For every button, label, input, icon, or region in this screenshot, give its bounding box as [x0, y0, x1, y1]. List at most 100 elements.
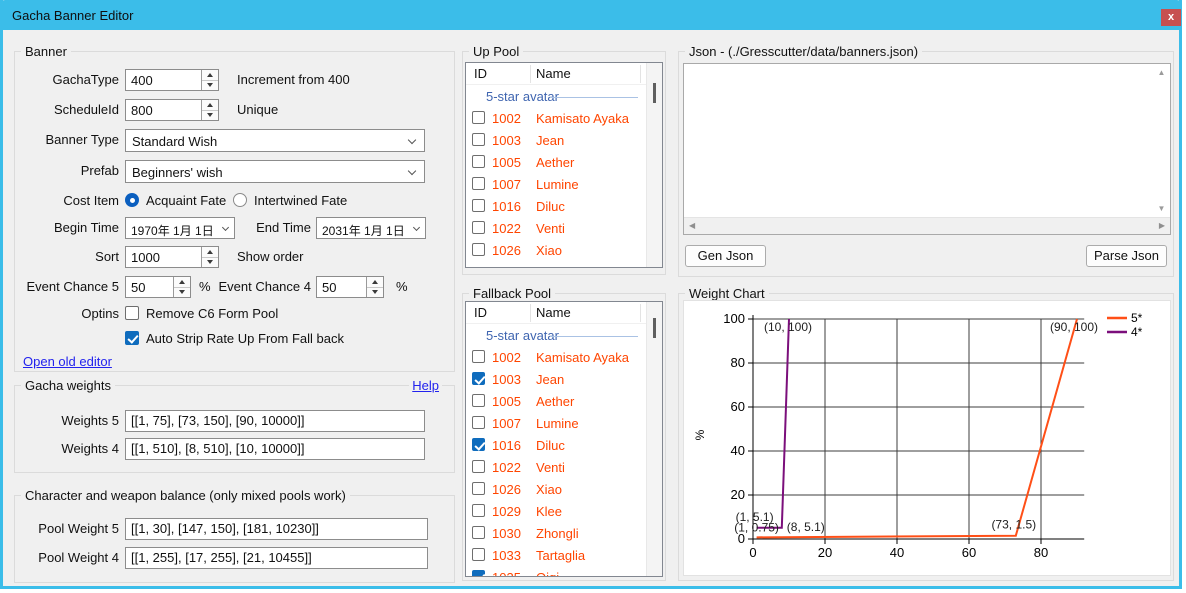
item-checkbox[interactable]	[472, 199, 485, 212]
intertwined-fate-radio[interactable]	[233, 193, 247, 207]
item-checkbox[interactable]	[472, 548, 485, 561]
banner-type-select[interactable]: Standard Wish	[125, 129, 425, 152]
item-checkbox[interactable]	[472, 111, 485, 124]
item-checkbox[interactable]	[472, 394, 485, 407]
event-chance-4-input[interactable]: 50	[316, 276, 384, 298]
up-pool-list[interactable]: ID Name 5-star avatar 1002Kamisato Ayaka…	[465, 62, 663, 268]
scroll-down-icon[interactable]: ▼	[1153, 204, 1170, 213]
banner-type-value: Standard Wish	[132, 134, 217, 149]
item-checkbox[interactable]	[472, 504, 485, 517]
event-chance-5-input[interactable]: 50	[125, 276, 191, 298]
end-time-picker[interactable]: 2031年 1月 1日	[316, 217, 426, 239]
pool-weight-5-input[interactable]: [[1, 30], [147, 150], [181, 10230]]	[125, 518, 428, 540]
spin-up-icon[interactable]	[367, 277, 383, 287]
acquaint-fate-radio[interactable]	[125, 193, 139, 207]
item-checkbox[interactable]	[472, 526, 485, 539]
gachatype-row: GachaType 400 Increment from 400	[15, 69, 454, 91]
scrollbar-thumb[interactable]	[653, 83, 656, 103]
item-id: 1003	[492, 133, 521, 148]
spin-down-icon[interactable]	[367, 287, 383, 298]
close-button[interactable]: x	[1161, 9, 1181, 26]
item-checkbox[interactable]	[472, 570, 485, 577]
event-chance-5-spinner[interactable]	[173, 277, 190, 297]
list-item[interactable]: 1003Jean	[466, 368, 646, 390]
list-item[interactable]: 1022Venti	[466, 217, 646, 239]
list-item[interactable]: 1007Lumine	[466, 173, 646, 195]
help-link[interactable]: Help	[409, 378, 442, 393]
list-item[interactable]: 1035 Qiqi	[466, 566, 646, 577]
item-name: Qiqi	[536, 570, 559, 577]
remove-c6-checkbox[interactable]	[125, 306, 139, 320]
parse-json-button[interactable]: Parse Json	[1086, 245, 1167, 267]
list-item[interactable]: 1016Diluc	[466, 195, 646, 217]
list-item[interactable]: 1016Diluc	[466, 434, 646, 456]
list-item[interactable]: 1022Venti	[466, 456, 646, 478]
list-item[interactable]: 1007Lumine	[466, 412, 646, 434]
item-checkbox[interactable]	[472, 438, 485, 451]
weights-5-input[interactable]: [[1, 75], [73, 150], [90, 10000]]	[125, 410, 425, 432]
scroll-up-icon[interactable]: ▲	[1153, 68, 1170, 77]
spin-down-icon[interactable]	[202, 80, 218, 91]
group-header-line	[550, 97, 638, 98]
item-checkbox[interactable]	[472, 372, 485, 385]
item-checkbox[interactable]	[472, 416, 485, 429]
horizontal-scrollbar[interactable]: ◀ ▶	[684, 217, 1170, 234]
spin-up-icon[interactable]	[202, 247, 218, 257]
gachatype-input[interactable]: 400	[125, 69, 219, 91]
scheduleid-input[interactable]: 800	[125, 99, 219, 121]
pool-weight-4-input[interactable]: [[1, 255], [17, 255], [21, 10455]]	[125, 547, 428, 569]
scroll-left-icon[interactable]: ◀	[689, 221, 695, 230]
item-checkbox[interactable]	[472, 460, 485, 473]
item-checkbox[interactable]	[472, 177, 485, 190]
fallback-pool-list[interactable]: ID Name 5-star avatar 1002Kamisato Ayaka…	[465, 301, 663, 577]
scrollbar[interactable]	[646, 302, 662, 576]
scrollbar[interactable]	[646, 63, 662, 267]
list-item[interactable]: 1026Xiao	[466, 478, 646, 500]
cost-item-label: Cost Item	[15, 192, 119, 209]
column-id: ID	[474, 66, 487, 81]
json-textarea[interactable]: ▲ ▼ ◀ ▶	[683, 63, 1171, 235]
list-item[interactable]: 1002Kamisato Ayaka	[466, 346, 646, 368]
spin-down-icon[interactable]	[202, 110, 218, 121]
spin-up-icon[interactable]	[174, 277, 190, 287]
scroll-right-icon[interactable]: ▶	[1159, 221, 1165, 230]
list-item[interactable]: 1005Aether	[466, 390, 646, 412]
item-id: 1005	[492, 394, 521, 409]
list-item[interactable]: 1026Xiao	[466, 239, 646, 261]
event-chance-4-spinner[interactable]	[366, 277, 383, 297]
list-item[interactable]: 1003Jean	[466, 129, 646, 151]
spin-up-icon[interactable]	[202, 70, 218, 80]
sort-hint: Show order	[237, 246, 303, 268]
list-item[interactable]: 1030Zhongli	[466, 522, 646, 544]
list-item[interactable]: 1029Klee	[466, 500, 646, 522]
end-time-label: End Time	[215, 217, 311, 239]
item-id: 1035	[492, 570, 521, 577]
vertical-scrollbar[interactable]: ▲ ▼	[1153, 64, 1170, 217]
scrollbar-thumb[interactable]	[653, 318, 656, 338]
item-checkbox[interactable]	[472, 221, 485, 234]
pool-weight-4-label: Pool Weight 4	[15, 547, 119, 569]
spin-up-icon[interactable]	[202, 100, 218, 110]
scheduleid-spinner[interactable]	[201, 100, 218, 120]
item-checkbox[interactable]	[472, 350, 485, 363]
sort-input[interactable]: 1000	[125, 246, 219, 268]
spin-down-icon[interactable]	[202, 257, 218, 268]
list-item[interactable]: 1005Aether	[466, 151, 646, 173]
prefab-select[interactable]: Beginners' wish	[125, 160, 425, 183]
sort-spinner[interactable]	[201, 247, 218, 267]
item-checkbox[interactable]	[472, 482, 485, 495]
open-old-editor-link[interactable]: Open old editor	[23, 354, 112, 369]
item-checkbox[interactable]	[472, 133, 485, 146]
item-checkbox[interactable]	[472, 155, 485, 168]
spin-down-icon[interactable]	[174, 287, 190, 298]
optins-label: Optins	[15, 305, 119, 322]
item-checkbox[interactable]	[472, 243, 485, 256]
item-id: 1007	[492, 416, 521, 431]
gachatype-spinner[interactable]	[201, 70, 218, 90]
list-item[interactable]: 1033Tartaglia	[466, 544, 646, 566]
auto-strip-checkbox[interactable]	[125, 331, 139, 345]
list-item[interactable]: 1002Kamisato Ayaka	[466, 107, 646, 129]
list-rows: 1002Kamisato Ayaka1003Jean1005Aether1007…	[466, 346, 646, 576]
weights-4-input[interactable]: [[1, 510], [8, 510], [10, 10000]]	[125, 438, 425, 460]
gen-json-button[interactable]: Gen Json	[685, 245, 766, 267]
